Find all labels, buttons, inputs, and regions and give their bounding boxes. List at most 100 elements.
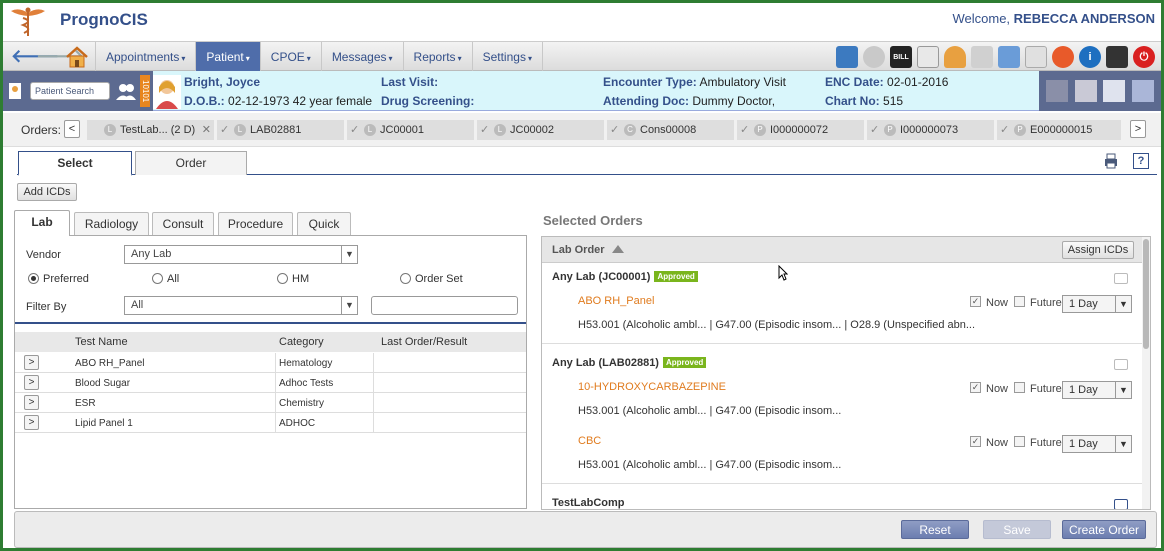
order-chip-label: Cons00008 [640,124,697,136]
tab-select[interactable]: Select [18,151,132,176]
now-checkbox[interactable]: ✓ [970,296,981,307]
future-checkbox[interactable] [1014,296,1025,307]
table-separator [15,322,526,324]
lab-order-header: Lab Order Assign ICDs [542,237,1142,263]
period-select[interactable]: 1 Day ▼ [1062,381,1132,399]
table-row[interactable]: > Blood Sugar Adhoc Tests [15,373,526,393]
print-icon[interactable] [1103,153,1119,169]
comment-icon[interactable] [1114,359,1128,370]
network-icon[interactable] [1131,80,1154,102]
order-chip[interactable]: ✓ L LAB02881 [217,120,344,140]
mail-download-icon[interactable] [998,46,1020,68]
user-document-icon[interactable] [1103,80,1126,102]
now-checkbox[interactable]: ✓ [970,436,981,447]
orders-next-button[interactable]: > [1130,120,1146,138]
tab-procedure[interactable]: Procedure [218,212,293,235]
order-chip[interactable]: L TestLab... (2 D) ✕ [87,120,214,140]
tab-lab[interactable]: Lab [14,210,70,236]
filter-text-input[interactable] [371,296,518,315]
tab-radiology[interactable]: Radiology [74,212,149,235]
stethoscope-icon[interactable] [971,46,993,68]
order-chip[interactable]: ✓ P I000000073 [867,120,994,140]
order-chip[interactable]: ✓ P I000000072 [737,120,864,140]
radio-all[interactable]: All [152,273,179,285]
comment-icon[interactable] [1114,273,1128,284]
radio-preferred[interactable]: Preferred [28,273,89,285]
user-settings-icon[interactable] [1074,80,1097,102]
table-row[interactable]: > Lipid Panel 1 ADHOC [15,413,526,433]
assign-icds-button[interactable]: Assign ICDs [1062,241,1134,259]
col-category[interactable]: Category [279,336,324,348]
vendor-select[interactable]: Any Lab ▼ [124,245,358,264]
help-icon[interactable]: ? [1133,153,1149,169]
save-button[interactable]: Save [983,520,1051,539]
future-checkbox[interactable] [1014,436,1025,447]
close-icon[interactable]: ✕ [202,120,211,140]
add-icds-button[interactable]: Add ICDs [17,183,77,201]
filter-by-select[interactable]: All ▼ [124,296,358,315]
period-select[interactable]: 1 Day ▼ [1062,435,1132,453]
patient-list-icon[interactable] [7,81,25,101]
radio-hm[interactable]: HM [277,273,309,285]
menu-messages[interactable]: Messages ▾ [320,42,403,72]
calendar-list-icon[interactable] [836,46,858,68]
add-test-button[interactable]: > [24,395,39,410]
add-test-button[interactable]: > [24,355,39,370]
table-row[interactable]: > ABO RH_Panel Hematology [15,353,526,373]
menu-patient[interactable]: Patient ▾ [195,42,260,72]
tab-order[interactable]: Order [135,151,247,175]
forward-arrow-icon[interactable]: 🡒 [36,47,84,67]
vendor-value: Any Lab [131,248,172,260]
user-lock-icon[interactable] [1106,46,1128,68]
order-chip[interactable]: ✓ L JC00002 [477,120,604,140]
order-status-icon: L [494,124,506,136]
main-navbar: 🡐 🡒 Appointments ▾ Patient ▾ CPOE ▾ Message… [3,41,1161,72]
future-checkbox[interactable] [1014,382,1025,393]
comment-icon[interactable] [1114,499,1128,509]
attending-doc: Attending Doc: Dummy Doctor, [603,94,776,108]
patient-search-input[interactable]: Patient Search [30,82,110,100]
home-icon[interactable] [65,46,89,68]
calendar-clock-icon[interactable] [917,46,939,68]
menu-settings[interactable]: Settings ▾ [471,42,543,72]
tab-quick[interactable]: Quick [297,212,351,235]
collapse-up-icon[interactable] [612,245,624,253]
test-table-header: Test Name Category Last Order/Result [15,332,526,352]
info-icon[interactable]: i [1079,46,1101,68]
table-row[interactable]: > ESR Chemistry [15,393,526,413]
bill-icon[interactable]: BILL [890,46,912,68]
add-test-button[interactable]: > [24,415,39,430]
add-test-button[interactable]: > [24,375,39,390]
scrollbar-thumb[interactable] [1143,239,1149,349]
tab-consult[interactable]: Consult [152,212,214,235]
menu-appointments[interactable]: Appointments ▾ [95,42,195,72]
menu-cpoe[interactable]: CPOE ▾ [259,42,321,72]
patient-id-tab[interactable]: 10101 [140,75,150,107]
ordered-test-name[interactable]: CBC [578,435,601,447]
create-order-button[interactable]: Create Order [1062,520,1146,539]
radio-order-set[interactable]: Order Set [400,273,463,285]
reset-button[interactable]: Reset [901,520,969,539]
col-test-name[interactable]: Test Name [75,336,128,348]
scrollbar[interactable] [1142,237,1150,509]
order-chip[interactable]: ✓ L JC00001 [347,120,474,140]
lifebuoy-icon[interactable] [1052,46,1074,68]
now-checkbox[interactable]: ✓ [970,382,981,393]
col-last-order[interactable]: Last Order/Result [381,336,467,348]
ordered-test-name[interactable]: 10-HYDROXYCARBAZEPINE [578,381,726,393]
period-select[interactable]: 1 Day ▼ [1062,295,1132,313]
user-icon[interactable] [944,46,966,68]
orders-prev-button[interactable]: < [64,120,80,138]
order-chip[interactable]: ✓ P E000000015 [997,120,1121,140]
people-icon[interactable] [115,81,137,101]
copy-documents-icon[interactable] [1025,46,1047,68]
back-arrow-icon[interactable]: 🡐 [11,47,59,67]
power-icon[interactable]: ⏻ [1133,46,1155,68]
monitor-icon[interactable] [1046,80,1069,102]
order-chip[interactable]: ✓ C Cons00008 [607,120,734,140]
menu-reports[interactable]: Reports ▾ [402,42,472,72]
order-group-title: Any Lab (JC00001) Approved [552,271,698,283]
catalog-body: Vendor Any Lab ▼ Preferred All HM Order … [14,235,527,509]
dashboard-gauge-icon[interactable] [863,46,885,68]
ordered-test-name[interactable]: ABO RH_Panel [578,295,654,307]
